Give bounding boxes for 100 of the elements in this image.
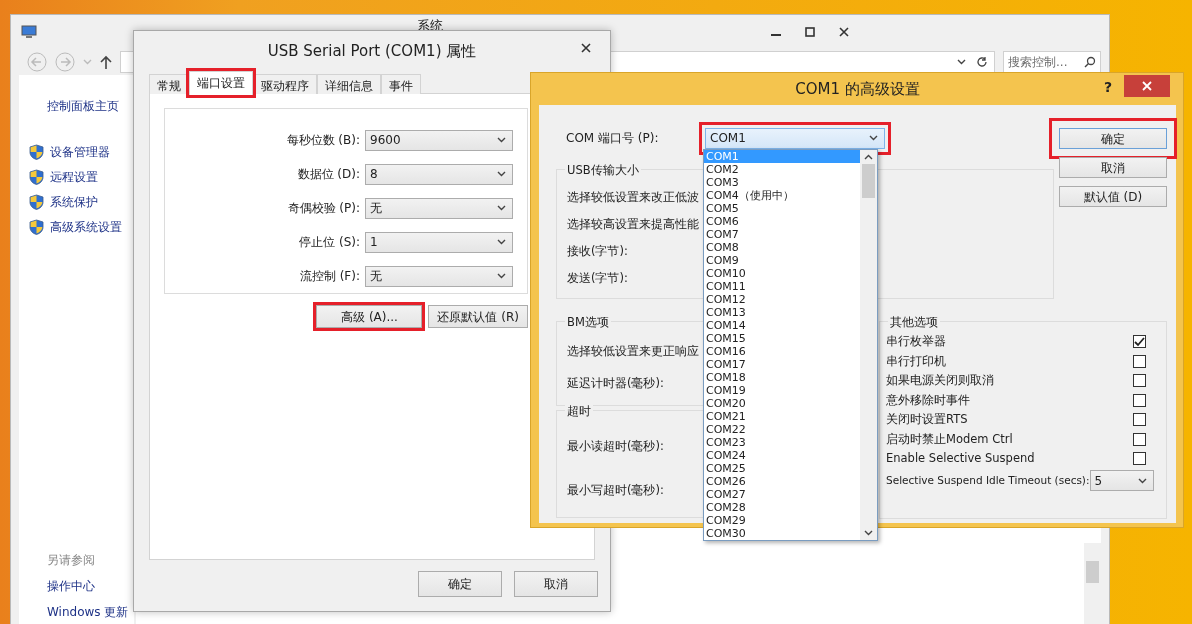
dropdown-option[interactable]: COM13 [704, 306, 860, 319]
checkbox[interactable] [1132, 413, 1146, 427]
dropdown-option[interactable]: COM6 [704, 215, 860, 228]
help-button[interactable]: ? [1103, 77, 1112, 98]
option-label: 串行打印机 [886, 352, 946, 370]
dropdown-option[interactable]: COM12 [704, 293, 860, 306]
button[interactable]: 默认值 (D) [1059, 186, 1167, 207]
dropdown-option[interactable]: COM24 [704, 449, 860, 462]
checkbox[interactable] [1132, 354, 1146, 368]
dropdown-option[interactable]: COM4（使用中） [704, 189, 860, 202]
dropdown-option[interactable]: COM5 [704, 202, 860, 215]
scrollbar[interactable] [860, 150, 877, 540]
field-label: COM 端口号 (P): [566, 130, 660, 147]
option-label: 如果电源关闭则取消 [886, 372, 994, 390]
dialog-title: USB Serial Port (COM1) 属性 [267, 40, 477, 62]
shield-icon [29, 168, 44, 185]
option-label: Enable Selective Suspend [886, 450, 1035, 468]
dropdown-option[interactable]: COM8 [704, 241, 860, 254]
button[interactable]: 取消 [514, 571, 598, 597]
button[interactable]: 取消 [1059, 157, 1167, 178]
field-label: 发送(字节): [567, 269, 628, 287]
field-label: 选择较低设置来更正响应 [567, 343, 699, 361]
refresh-icon[interactable] [976, 56, 988, 68]
dropdown-option[interactable]: COM10 [704, 267, 860, 280]
dropdown-option[interactable]: COM2 [704, 163, 860, 176]
button[interactable]: 确定 [418, 571, 502, 597]
chevron-down-icon [83, 59, 92, 65]
dropdown-option[interactable]: COM15 [704, 332, 860, 345]
dropdown-option[interactable]: COM26 [704, 475, 860, 488]
scrollbar[interactable] [1084, 543, 1101, 624]
section-heading: 另请参阅 [46, 552, 96, 569]
dropdown-option[interactable]: COM27 [704, 488, 860, 501]
sidebar-link[interactable]: 高级系统设置 [50, 217, 122, 236]
field-label: 数据位 (D): [296, 166, 360, 183]
tab[interactable]: 详细信息 [317, 74, 381, 94]
checkbox[interactable] [1132, 452, 1146, 466]
sidebar-link[interactable]: 设备管理器 [50, 142, 110, 161]
chevron-down-icon [497, 273, 506, 279]
dropdown-option[interactable]: COM19 [704, 384, 860, 397]
button[interactable]: 高级 (A)... [316, 305, 423, 328]
shield-icon [29, 143, 44, 160]
dropdown[interactable]: COM1 [705, 127, 885, 149]
dropdown-option[interactable]: COM28 [704, 501, 860, 514]
dropdown-option[interactable]: COM30 [704, 527, 860, 540]
button[interactable]: 还原默认值 (R) [428, 305, 528, 328]
dropdown-option[interactable]: COM20 [704, 397, 860, 410]
dropdown-option[interactable]: COM14 [704, 319, 860, 332]
tab[interactable]: 端口设置 [189, 71, 253, 95]
tab[interactable]: 驱动程序 [253, 74, 317, 94]
dropdown[interactable]: 8 [365, 163, 513, 185]
field-label: 延迟计时器(毫秒): [567, 375, 664, 393]
chevron-down-icon [497, 171, 506, 177]
chevron-down-icon [497, 239, 506, 245]
dialog-title: COM1 的高级设置 [795, 78, 920, 100]
dropdown-option[interactable]: COM18 [704, 371, 860, 384]
dropdown-option[interactable]: COM7 [704, 228, 860, 241]
button[interactable]: 确定 [1059, 128, 1167, 149]
dropdown-option[interactable]: COM17 [704, 358, 860, 371]
dropdown[interactable]: 5 [1089, 470, 1154, 491]
dropdown-option[interactable]: COM11 [704, 280, 860, 293]
tab[interactable]: 常规 [149, 74, 189, 94]
scrollbar-thumb[interactable] [1086, 561, 1099, 583]
shield-icon [29, 218, 44, 235]
dropdown-option[interactable]: COM29 [704, 514, 860, 527]
dropdown-option[interactable]: COM23 [704, 436, 860, 449]
dropdown[interactable]: 无 [365, 197, 513, 219]
sidebar-link[interactable]: 控制面板主页 [29, 97, 134, 115]
dropdown-option[interactable]: COM21 [704, 410, 860, 423]
close-button[interactable] [1124, 75, 1170, 97]
dropdown[interactable]: 无 [365, 265, 513, 287]
computer-icon [21, 25, 37, 39]
option-label: 关闭时设置RTS [886, 411, 968, 429]
sidebar-link[interactable]: 操作中心 [29, 577, 134, 595]
checkbox[interactable] [1132, 374, 1146, 388]
dropdown-option[interactable]: COM16 [704, 345, 860, 358]
dropdown-option[interactable]: COM3 [704, 176, 860, 189]
search-field[interactable]: 搜索控制... [1003, 51, 1101, 73]
maximize-icon[interactable] [805, 27, 815, 37]
dropdown-option[interactable]: COM25 [704, 462, 860, 475]
checkbox[interactable] [1132, 335, 1146, 349]
dropdown[interactable]: 1 [365, 231, 513, 253]
close-icon[interactable] [581, 43, 591, 53]
chevron-down-icon [497, 205, 506, 211]
dropdown[interactable]: 9600 [365, 129, 513, 151]
field-label: 奇偶校验 (P): [286, 200, 360, 217]
up-arrow-icon[interactable] [100, 55, 112, 69]
checkbox[interactable] [1132, 432, 1146, 446]
chevron-down-icon [957, 59, 966, 65]
scrollbar-thumb[interactable] [862, 164, 875, 198]
dropdown-option[interactable]: COM22 [704, 423, 860, 436]
chevron-down-icon [864, 530, 873, 536]
field-label: 流控制 (F): [298, 268, 360, 285]
close-icon[interactable] [839, 27, 849, 37]
checkbox[interactable] [1132, 393, 1146, 407]
sidebar-link[interactable]: 远程设置 [50, 167, 98, 186]
dropdown-option[interactable]: COM9 [704, 254, 860, 267]
sidebar-link[interactable]: Windows 更新 [29, 603, 134, 621]
sidebar-link[interactable]: 系统保护 [50, 192, 98, 211]
chevron-up-icon[interactable] [864, 154, 873, 160]
tab[interactable]: 事件 [381, 74, 421, 94]
